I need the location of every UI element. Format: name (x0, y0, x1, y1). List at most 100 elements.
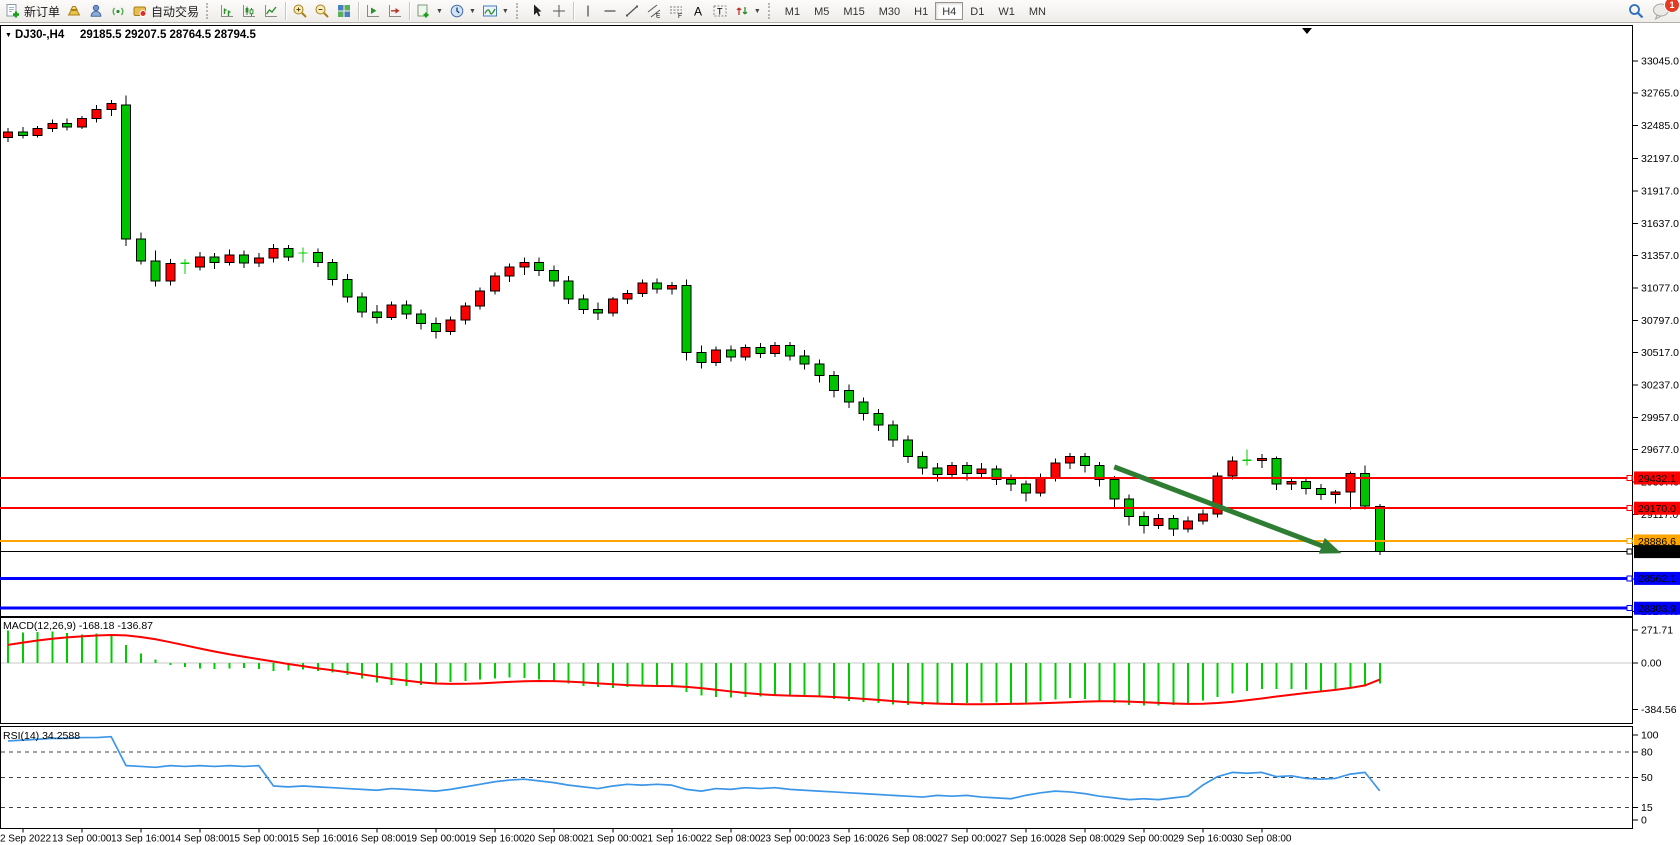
price-lines-layer[interactable]: 29432.129170.028886.628794.528562.128303… (0, 471, 1680, 615)
new-order-button[interactable]: 新订单 (2, 1, 63, 21)
up-candle (476, 291, 485, 306)
time-tick-label: 23 Sep 16:00 (819, 834, 879, 845)
rsi-line (8, 737, 1380, 800)
main-toolbar: 新订单 自动交易 ▼ ▼ (0, 0, 1680, 23)
down-candle (933, 468, 942, 475)
price-line-label-text: 28562.1 (1638, 573, 1676, 585)
chart-shift-button[interactable] (384, 1, 406, 21)
time-tick-label: 12 Sep 2022 (0, 834, 52, 845)
chart-canvas[interactable]: 33045.032765.032485.032197.031917.031637… (0, 0, 1680, 845)
up-candle (490, 276, 499, 291)
down-candle (579, 299, 588, 309)
crosshair-button[interactable] (548, 1, 570, 21)
horizontal-line-button[interactable] (599, 1, 621, 21)
down-candle (1021, 484, 1030, 493)
up-candle (48, 124, 57, 129)
bar-chart-icon (219, 3, 235, 19)
time-tick-label: 19 Sep 00:00 (406, 834, 466, 845)
up-candle (387, 305, 396, 318)
cursor-button[interactable] (526, 1, 548, 21)
chart-shift-icon (387, 3, 403, 19)
dropdown-caret-icon: ▼ (436, 8, 443, 15)
arrows-icon (734, 3, 750, 19)
up-candle (638, 283, 647, 293)
trendline-icon (624, 3, 640, 19)
gold-ingot-button[interactable] (63, 1, 85, 21)
time-axis[interactable]: 12 Sep 202213 Sep 00:0013 Sep 16:0014 Se… (0, 829, 1292, 845)
timeframe-M15[interactable]: M15 (836, 2, 871, 20)
down-candle (564, 281, 573, 299)
down-candle (372, 312, 381, 318)
autotrading-button[interactable]: 自动交易 (129, 1, 202, 21)
down-candle (1080, 456, 1089, 465)
price-axis[interactable]: 33045.032765.032485.032197.031917.031637… (1633, 55, 1679, 618)
equidistant-channel-icon: E (646, 3, 662, 19)
time-tick-label: 28 Sep 08:00 (1055, 834, 1115, 845)
time-tick-label: 15 Sep 16:00 (288, 834, 348, 845)
line-chart-button[interactable] (260, 1, 282, 21)
text-label-button[interactable]: T (709, 1, 731, 21)
toolbar-separator (358, 2, 359, 20)
macd-scale-label: 271.71 (1641, 625, 1673, 637)
up-candle (1331, 492, 1340, 494)
new-template-button[interactable]: ▼ (413, 1, 446, 21)
candlestick-chart-button[interactable] (238, 1, 260, 21)
tile-windows-button[interactable] (333, 1, 355, 21)
up-candle (623, 293, 632, 299)
down-candle (962, 466, 971, 474)
price-tick-label: 32197.0 (1641, 153, 1679, 165)
up-candle (1257, 459, 1266, 461)
chart-shift-marker-icon[interactable] (1302, 28, 1312, 34)
timeframe-MN[interactable]: MN (1022, 2, 1053, 20)
price-tick-label: 30797.0 (1641, 315, 1679, 327)
zoom-in-button[interactable] (289, 1, 311, 21)
svg-text:A: A (694, 5, 702, 19)
time-tick-label: 22 Sep 08:00 (701, 834, 761, 845)
time-tick-label: 14 Sep 08:00 (170, 834, 230, 845)
timeframe-M5[interactable]: M5 (807, 2, 836, 20)
symbol-dropdown-marker[interactable]: ▼ (5, 32, 12, 39)
time-tick-label: 21 Sep 16:00 (642, 834, 702, 845)
down-candle (328, 262, 337, 279)
svg-text:T: T (717, 7, 723, 17)
macd-scale-label: 0.00 (1641, 658, 1662, 670)
time-tick-label: 23 Sep 00:00 (760, 834, 820, 845)
equidistant-channel-button[interactable]: E (643, 1, 665, 21)
signals-button[interactable] (107, 1, 129, 21)
up-candle (667, 285, 676, 288)
indicators-button[interactable]: ▼ (479, 1, 512, 21)
zoom-out-icon (314, 3, 330, 19)
price-line-label-text: 28303.9 (1638, 603, 1676, 615)
arrows-button[interactable]: ▼ (731, 1, 764, 21)
down-candle (785, 345, 794, 355)
down-candle (1169, 519, 1178, 529)
up-candle (1036, 478, 1045, 493)
auto-scroll-button[interactable] (362, 1, 384, 21)
timeframe-M1[interactable]: M1 (778, 2, 807, 20)
down-candle (549, 270, 558, 280)
timeframe-H4[interactable]: H4 (935, 2, 963, 20)
chart-title-symbol: DJ30-,H4 (15, 29, 65, 41)
zoom-out-button[interactable] (311, 1, 333, 21)
timeframe-H1[interactable]: H1 (907, 2, 935, 20)
text-button[interactable]: A (687, 1, 709, 21)
price-line-label-text: 28794.5 (1638, 546, 1676, 558)
macd-scale-label: -384.56 (1641, 704, 1677, 716)
up-candle (1066, 456, 1075, 463)
down-candle (1375, 506, 1384, 551)
price-tick-label: 31357.0 (1641, 250, 1679, 262)
fibonacci-button[interactable]: F (665, 1, 687, 21)
vertical-line-button[interactable] (577, 1, 599, 21)
profile-button[interactable] (85, 1, 107, 21)
bar-chart-button[interactable] (216, 1, 238, 21)
search-button[interactable] (1624, 1, 1648, 21)
trendline-button[interactable] (621, 1, 643, 21)
timeframe-M30[interactable]: M30 (872, 2, 907, 20)
down-candle (682, 285, 691, 352)
up-candle (77, 119, 86, 128)
timeframe-W1[interactable]: W1 (991, 2, 1022, 20)
time-tick-label: 13 Sep 16:00 (111, 834, 171, 845)
toolbar-grip (516, 3, 523, 19)
timeframe-D1[interactable]: D1 (963, 2, 991, 20)
period-clock-button[interactable]: ▼ (446, 1, 479, 21)
